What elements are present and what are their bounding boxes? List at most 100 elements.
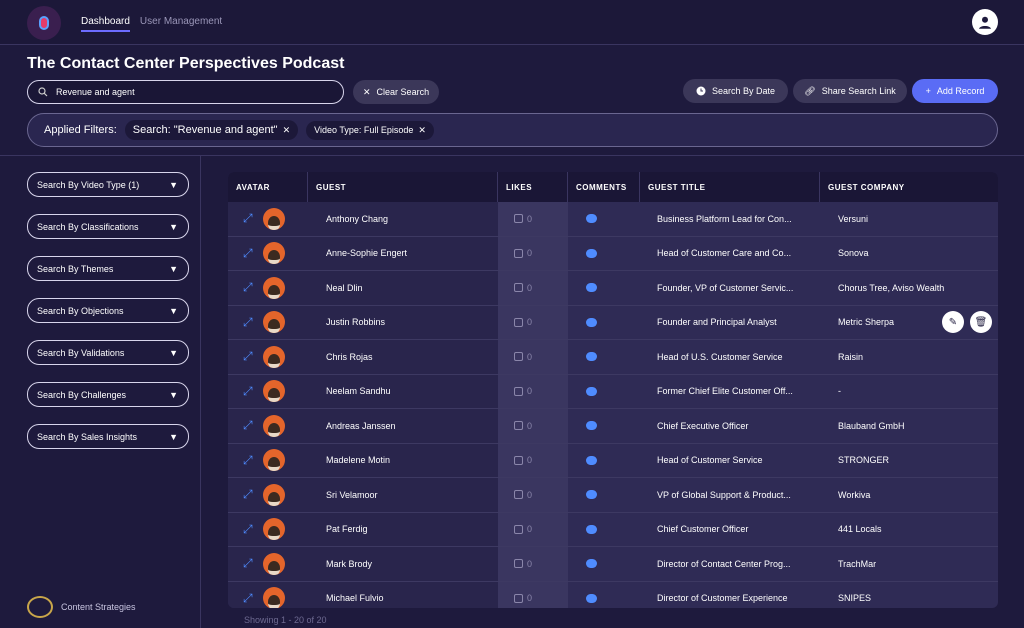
guest-company: Sonova — [838, 248, 869, 259]
table-row[interactable]: ⤢ Andreas Janssen 0 Chief Executive Offi… — [228, 409, 998, 444]
app-logo[interactable] — [27, 6, 61, 40]
table-row[interactable]: ⤢ Mark Brody 0 Director of Contact Cente… — [228, 547, 998, 582]
column-header-comments[interactable]: COMMENTS — [568, 172, 640, 202]
comments-cell[interactable] — [568, 375, 640, 409]
guest-company: Versuni — [838, 213, 869, 224]
sidebar-item-sales-insights[interactable]: Search By Sales Insights ▼ — [27, 424, 189, 449]
table-row[interactable]: ⤢ Pat Ferdig 0 Chief Customer Officer 44… — [228, 512, 998, 547]
guest-title: Chief Executive Officer — [657, 420, 749, 431]
guest-company: Raisin — [838, 351, 864, 362]
expand-icon[interactable]: ⤢ — [243, 453, 253, 468]
comments-cell[interactable] — [568, 340, 640, 374]
column-header-guest[interactable]: GUEST — [308, 172, 498, 202]
link-icon: 🔗︎ — [804, 85, 816, 96]
user-avatar[interactable] — [972, 9, 998, 35]
thumbs-up-icon — [514, 593, 523, 603]
likes-cell[interactable]: 0 — [498, 478, 568, 512]
comments-cell[interactable] — [568, 478, 640, 512]
likes-cell[interactable]: 0 — [498, 409, 568, 443]
expand-icon[interactable]: ⤢ — [243, 487, 253, 502]
search-input[interactable] — [56, 87, 326, 97]
comments-cell[interactable] — [568, 306, 640, 340]
expand-icon[interactable]: ⤢ — [243, 591, 253, 606]
expand-icon[interactable]: ⤢ — [243, 315, 253, 330]
table-row[interactable]: ⤢ Justin Robbins 0 Founder and Principal… — [228, 305, 998, 340]
caret-down-icon: ▼ — [169, 305, 178, 316]
comments-cell[interactable] — [568, 271, 640, 305]
likes-cell[interactable]: 0 — [498, 547, 568, 581]
sidebar-item-validations[interactable]: Search By Validations ▼ — [27, 340, 189, 365]
comments-cell[interactable] — [568, 513, 640, 547]
avatar-cell: ⤢ — [228, 374, 308, 408]
likes-cell[interactable]: 0 — [498, 236, 568, 270]
column-header-guest-title[interactable]: GUEST TITLE — [640, 172, 820, 202]
trash-icon[interactable]: 🗑︎ — [970, 311, 992, 334]
search-by-date-button[interactable]: Search By Date — [683, 79, 788, 103]
sidebar-item-objections[interactable]: Search By Objections ▼ — [27, 298, 189, 323]
expand-icon[interactable]: ⤢ — [243, 384, 253, 399]
likes-cell[interactable]: 0 — [498, 443, 568, 477]
table-row[interactable]: ⤢ Chris Rojas 0 Head of U.S. Customer Se… — [228, 340, 998, 375]
column-header-guest-company[interactable]: GUEST COMPANY — [820, 172, 998, 202]
comments-cell[interactable] — [568, 547, 640, 581]
likes-cell[interactable]: 0 — [498, 374, 568, 408]
comments-cell[interactable] — [568, 409, 640, 443]
expand-icon[interactable]: ⤢ — [243, 280, 253, 295]
sidebar-item-themes[interactable]: Search By Themes ▼ — [27, 256, 189, 281]
comments-cell[interactable] — [568, 237, 640, 271]
expand-icon[interactable]: ⤢ — [243, 556, 253, 571]
close-icon[interactable]: ✕ — [418, 125, 426, 136]
sidebar-item-classifications[interactable]: Search By Classifications ▼ — [27, 214, 189, 239]
likes-cell[interactable]: 0 — [498, 340, 568, 374]
share-search-link-button[interactable]: 🔗︎ Share Search Link — [793, 79, 907, 103]
guest-company-cell: - — [820, 375, 998, 409]
guest-company-cell: Sonova — [820, 237, 998, 271]
sidebar-item-label: Search By Objections — [37, 305, 124, 316]
guest-name: Anne-Sophie Engert — [308, 236, 498, 270]
table-row[interactable]: ⤢ Anne-Sophie Engert 0 Head of Customer … — [228, 236, 998, 271]
likes-cell[interactable]: 0 — [498, 512, 568, 546]
likes-cell[interactable]: 0 — [498, 271, 568, 305]
close-icon: ✕ — [363, 86, 371, 97]
column-header-avatar[interactable]: AVATAR — [228, 172, 308, 202]
filter-chip-search[interactable]: Search: "Revenue and agent" ✕ — [124, 120, 299, 140]
nav-dashboard[interactable]: Dashboard — [81, 16, 130, 32]
table-row[interactable]: ⤢ Madelene Motin 0 Head of Customer Serv… — [228, 443, 998, 478]
comments-cell[interactable] — [568, 582, 640, 609]
likes-cell[interactable]: 0 — [498, 202, 568, 236]
avatar — [262, 345, 285, 368]
expand-icon[interactable]: ⤢ — [243, 349, 253, 364]
clear-search-button[interactable]: ✕ Clear Search — [353, 80, 440, 104]
comments-cell[interactable] — [568, 202, 640, 236]
sidebar-item-challenges[interactable]: Search By Challenges ▼ — [27, 382, 189, 407]
add-record-button[interactable]: + Add Record — [912, 79, 998, 103]
column-header-likes[interactable]: LIKES — [498, 172, 568, 202]
nav-user-management[interactable]: User Management — [140, 16, 222, 32]
table-row[interactable]: ⤢ Michael Fulvio 0 Director of Customer … — [228, 581, 998, 609]
expand-icon[interactable]: ⤢ — [243, 418, 253, 433]
sidebar-item-video-type[interactable]: Search By Video Type (1) ▼ — [27, 172, 189, 197]
table-row[interactable]: ⤢ Anthony Chang 0 Business Platform Lead… — [228, 202, 998, 237]
edit-icon[interactable]: ✎ — [942, 311, 964, 334]
thumbs-up-icon — [514, 352, 523, 362]
search-box[interactable] — [27, 80, 344, 104]
thumbs-up-icon — [514, 490, 523, 500]
comments-cell[interactable] — [568, 444, 640, 478]
guest-company-cell: Versuni — [820, 202, 998, 236]
table-row[interactable]: ⤢ Neal Dlin 0 Founder, VP of Customer Se… — [228, 271, 998, 306]
table-row[interactable]: ⤢ Neelam Sandhu 0 Former Chief Elite Cus… — [228, 374, 998, 409]
guest-name: Neal Dlin — [308, 271, 498, 305]
likes-cell[interactable]: 0 — [498, 581, 568, 608]
plus-icon: + — [925, 86, 931, 96]
close-icon[interactable]: ✕ — [283, 125, 291, 136]
sidebar-item-label: Search By Challenges — [37, 389, 127, 400]
likes-cell[interactable]: 0 — [498, 305, 568, 339]
guest-company-cell: STRONGER — [820, 444, 998, 478]
expand-icon[interactable]: ⤢ — [243, 211, 253, 226]
chat-icon — [586, 421, 597, 431]
chat-icon — [586, 317, 597, 327]
filter-chip-video-type[interactable]: Video Type: Full Episode ✕ — [306, 120, 434, 140]
table-row[interactable]: ⤢ Sri Velamoor 0 VP of Global Support & … — [228, 478, 998, 513]
expand-icon[interactable]: ⤢ — [243, 246, 253, 261]
expand-icon[interactable]: ⤢ — [243, 522, 253, 537]
